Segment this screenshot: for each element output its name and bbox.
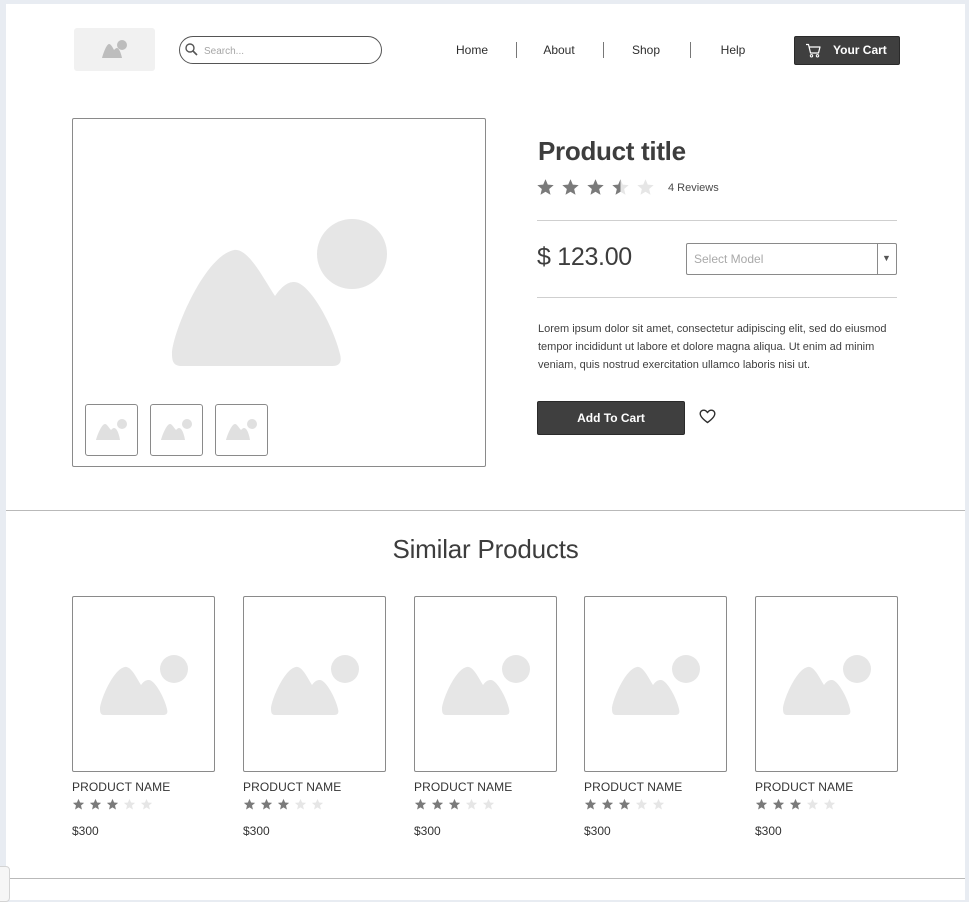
star-filled-icon [601, 798, 614, 810]
add-to-cart-button[interactable]: Add To Cart [537, 401, 685, 435]
star-half-icon [612, 179, 629, 195]
star-empty-icon [635, 798, 648, 810]
star-empty-icon [806, 798, 819, 810]
star-filled-icon [584, 798, 597, 810]
star-empty-icon [482, 798, 495, 810]
nav-help[interactable]: Help [691, 40, 775, 60]
nav-about[interactable]: About [517, 40, 601, 60]
side-panel-handle[interactable] [0, 866, 10, 902]
product-price: $300 [414, 824, 441, 838]
gallery-thumbnail[interactable] [150, 404, 203, 456]
image-placeholder-icon [271, 655, 359, 715]
product-title: Product title [538, 136, 686, 166]
select-arrow[interactable]: ▼ [877, 244, 896, 274]
gallery-thumbnail[interactable] [215, 404, 268, 456]
image-placeholder-icon [96, 419, 127, 440]
star-empty-icon [465, 798, 478, 810]
star-filled-icon [89, 798, 102, 810]
star-filled-icon [789, 798, 802, 810]
product-name[interactable]: PRODUCT NAME [243, 780, 341, 794]
similar-product-card[interactable]: PRODUCT NAME $300 [584, 596, 728, 846]
star-filled-icon [277, 798, 290, 810]
product-page: Home About Shop Help Your Cart [6, 4, 965, 900]
star-empty-icon [140, 798, 153, 810]
model-select-placeholder: Select Model [694, 252, 764, 266]
image-placeholder-icon [612, 655, 700, 715]
star-filled-icon [448, 798, 461, 810]
chevron-down-icon: ▼ [882, 253, 891, 263]
divider [537, 297, 897, 298]
product-name[interactable]: PRODUCT NAME [584, 780, 682, 794]
section-divider [6, 510, 965, 511]
star-filled-icon [537, 179, 554, 195]
reviews-link[interactable]: 4 Reviews [668, 182, 719, 194]
your-cart-label: Your Cart [833, 43, 887, 57]
model-select[interactable]: Select Model ▼ [686, 243, 897, 275]
product-name[interactable]: PRODUCT NAME [755, 780, 853, 794]
search-input[interactable] [202, 40, 376, 62]
product-name[interactable]: PRODUCT NAME [72, 780, 170, 794]
product-image[interactable] [755, 596, 898, 772]
star-empty-icon [637, 179, 654, 195]
similar-product-card[interactable]: PRODUCT NAME $300 [72, 596, 216, 846]
product-price: $300 [72, 824, 99, 838]
gallery-thumbnail[interactable] [85, 404, 138, 456]
star-empty-icon [311, 798, 324, 810]
star-filled-icon [562, 179, 579, 195]
product-image[interactable] [414, 596, 557, 772]
star-filled-icon [260, 798, 273, 810]
star-filled-icon [755, 798, 768, 810]
image-placeholder-icon [442, 655, 530, 715]
product-description: Lorem ipsum dolor sit amet, consectetur … [538, 323, 887, 371]
search-icon [185, 43, 198, 56]
star-filled-icon [772, 798, 785, 810]
similar-products-title: Similar Products [392, 534, 579, 564]
image-placeholder-icon [100, 655, 188, 715]
heart-icon[interactable] [699, 409, 716, 424]
your-cart-button[interactable]: Your Cart [794, 36, 900, 65]
star-filled-icon [414, 798, 427, 810]
star-empty-icon [823, 798, 836, 810]
similar-product-card[interactable]: PRODUCT NAME $300 [414, 596, 558, 846]
image-placeholder-icon [226, 419, 257, 440]
image-placeholder-icon [102, 40, 127, 58]
product-price: $300 [584, 824, 611, 838]
search-box[interactable] [179, 36, 382, 64]
star-filled-icon [106, 798, 119, 810]
star-empty-icon [294, 798, 307, 810]
star-empty-icon [123, 798, 136, 810]
nav-home[interactable]: Home [430, 40, 514, 60]
product-price: $300 [755, 824, 782, 838]
similar-product-card[interactable]: PRODUCT NAME $300 [755, 596, 899, 846]
star-filled-icon [72, 798, 85, 810]
logo[interactable] [74, 28, 155, 71]
product-price: $300 [243, 824, 270, 838]
product-name[interactable]: PRODUCT NAME [414, 780, 512, 794]
star-filled-icon [431, 798, 444, 810]
section-divider [6, 878, 965, 879]
product-image-placeholder-icon[interactable] [170, 216, 392, 368]
image-placeholder-icon [161, 419, 192, 440]
product-price: $ 123.00 [537, 243, 632, 271]
image-placeholder-icon [783, 655, 871, 715]
similar-product-card[interactable]: PRODUCT NAME $300 [243, 596, 387, 846]
nav-shop[interactable]: Shop [604, 40, 688, 60]
cart-icon [806, 43, 821, 58]
star-empty-icon [652, 798, 665, 810]
product-image[interactable] [72, 596, 215, 772]
star-filled-icon [243, 798, 256, 810]
product-image[interactable] [243, 596, 386, 772]
divider [537, 220, 897, 221]
star-filled-icon [587, 179, 604, 195]
product-gallery [72, 118, 486, 467]
product-image[interactable] [584, 596, 727, 772]
star-filled-icon [618, 798, 631, 810]
